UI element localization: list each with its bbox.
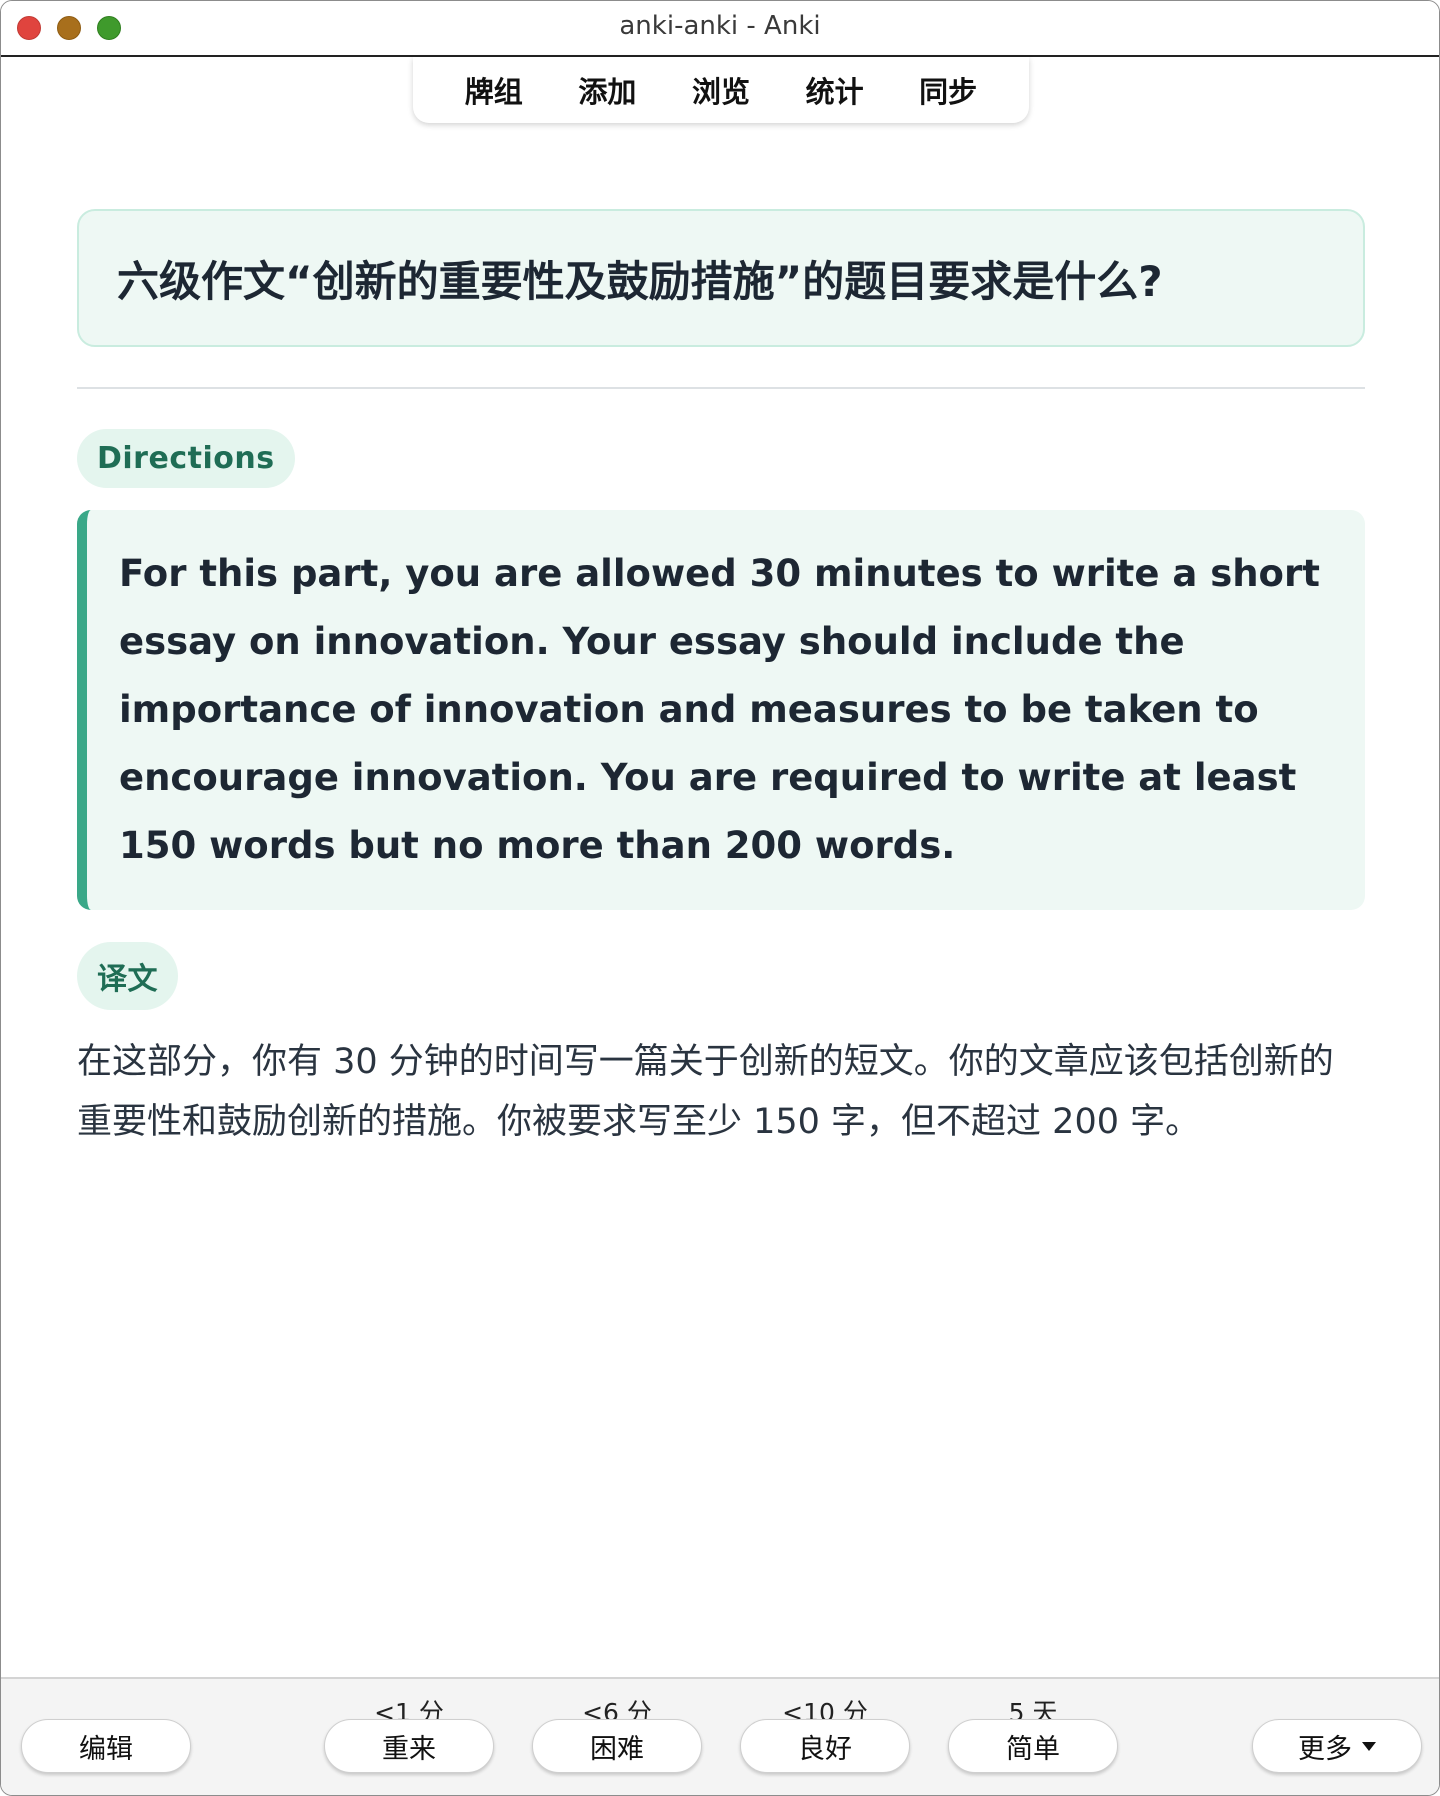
toolbar-decks-button[interactable]: 牌组	[465, 69, 523, 111]
toolbar-browse-button[interactable]: 浏览	[692, 69, 750, 111]
good-button[interactable]: 良好	[740, 1719, 910, 1773]
good-button-label: 良好	[798, 1733, 852, 1765]
toolbar-add-button[interactable]: 添加	[578, 69, 636, 111]
title-bar: anki-anki - Anki	[1, 1, 1439, 57]
directions-label: Directions	[77, 429, 295, 488]
easy-button-label: 简单	[1006, 1733, 1060, 1765]
translation-label: 译文	[77, 942, 178, 1010]
window-title: anki-anki - Anki	[619, 11, 821, 41]
card-content: 六级作文“创新的重要性及鼓励措施”的题目要求是什么? Directions Fo…	[77, 209, 1365, 1152]
hard-button[interactable]: 困难	[532, 1719, 702, 1773]
chevron-down-icon	[1362, 1741, 1376, 1751]
anki-window: anki-anki - Anki 牌组 添加 浏览 统计 同步 六级作文“创新的…	[0, 0, 1440, 1796]
easy-button[interactable]: 简单	[948, 1719, 1118, 1773]
directions-text: For this part, you are allowed 30 minute…	[119, 552, 1320, 867]
review-bottom-bar: 编辑 <1 分 重来 <6 分 困难 <10 分 良好 5 天 简单 更多	[1, 1677, 1439, 1795]
again-button[interactable]: 重来	[324, 1719, 494, 1773]
answer-divider	[77, 387, 1365, 389]
question-card: 六级作文“创新的重要性及鼓励措施”的题目要求是什么?	[77, 209, 1365, 347]
toolbar-stats-button[interactable]: 统计	[806, 69, 864, 111]
translation-text: 在这部分，你有 30 分钟的时间写一篇关于创新的短文。你的文章应该包括创新的重要…	[77, 1042, 1334, 1142]
toolbar-sync-button[interactable]: 同步	[919, 69, 977, 111]
more-button-label: 更多	[1298, 1733, 1352, 1765]
again-button-label: 重来	[382, 1733, 436, 1765]
edit-button[interactable]: 编辑	[21, 1719, 191, 1773]
main-toolbar: 牌组 添加 浏览 统计 同步	[413, 57, 1029, 123]
more-button[interactable]: 更多	[1252, 1719, 1422, 1773]
edit-button-label: 编辑	[79, 1733, 133, 1765]
hard-button-label: 困难	[590, 1733, 644, 1765]
question-text: 六级作文“创新的重要性及鼓励措施”的题目要求是什么?	[117, 256, 1163, 306]
directions-box: For this part, you are allowed 30 minute…	[77, 510, 1365, 910]
